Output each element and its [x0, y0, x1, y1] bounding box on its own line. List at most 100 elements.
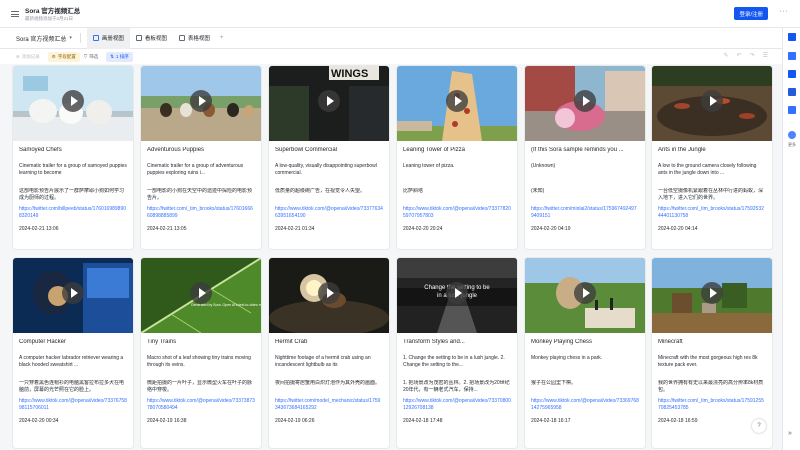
gallery-card[interactable]: Generated by Sora. Open AI's text-to-vid… [141, 258, 261, 448]
card-description: Monkey playing chess in a park. [531, 355, 603, 361]
card-title: Superbowl Commercial [275, 147, 338, 153]
card-link[interactable]: https://www.tiktok.com/@openai/video/733… [147, 398, 255, 412]
card-date: 2024-02-20 20:24 [403, 226, 443, 232]
undo-icon[interactable]: ↶ [737, 52, 742, 59]
card-body: Ants in the Jungle A low to the ground c… [652, 141, 772, 232]
kanban-icon [135, 35, 142, 41]
video-thumbnail[interactable] [397, 66, 517, 141]
play-icon[interactable] [446, 90, 468, 112]
video-thumbnail[interactable] [525, 66, 645, 141]
video-thumbnail[interactable]: WINGS [269, 66, 389, 141]
video-thumbnail[interactable] [141, 66, 261, 141]
gallery-card[interactable]: WINGS Superbowl Commercial A low-quality… [269, 66, 389, 249]
play-icon[interactable] [701, 282, 723, 304]
gallery-card[interactable]: Adventurous Puppies Cinematic trailer fo… [141, 66, 261, 249]
right-sidebar: 更多 » [782, 28, 800, 450]
gallery-card[interactable]: Ants in the Jungle A low to the ground c… [652, 66, 772, 249]
tab-kanban-view[interactable]: 看板视图 [130, 28, 173, 49]
video-thumbnail[interactable] [525, 258, 645, 333]
gallery-icon [92, 35, 99, 41]
card-link[interactable]: https://www.tiktok.com/@openai/video/733… [531, 398, 639, 412]
card-title: Computer Hacker [19, 339, 67, 345]
note-icon[interactable] [788, 70, 796, 78]
play-icon[interactable] [574, 90, 596, 112]
play-icon[interactable] [190, 90, 212, 112]
expand-icon[interactable]: » [788, 430, 792, 437]
tab-gallery-view[interactable]: 画册视图 [86, 27, 130, 49]
card-translation: 比萨斜塔 [403, 188, 424, 194]
card-body: Transform Styles and... 1. Change the se… [397, 333, 517, 424]
login-button[interactable]: 登录/注册 [734, 7, 768, 20]
help-button[interactable]: ? [752, 419, 766, 433]
card-date: 2024-02-21 13:06 [19, 226, 59, 232]
card-translation: 我的世界拥有有史以来最漂亮的高分辨率8k材质包。 [658, 380, 764, 394]
video-thumbnail[interactable] [269, 258, 389, 333]
card-body: (If this Sora sample reminds you ... (Un… [525, 141, 645, 232]
page-title: Sora 官方视频汇总 [25, 8, 81, 15]
gallery-card[interactable]: Change the setting to bein a lush jungle… [397, 258, 517, 448]
add-record-button[interactable]: ⊕ 添加记录 [16, 54, 40, 60]
card-translation: 低质量的超级碗广告，在视觉令人失望。 [275, 188, 366, 194]
assistant-icon[interactable] [788, 33, 796, 41]
sort-icon: ⇅ [110, 53, 114, 59]
video-thumbnail[interactable] [13, 258, 133, 333]
card-link[interactable]: https://twitter.com/_tim_brooks/status/1… [147, 206, 255, 220]
card-link[interactable]: https://www.tiktok.com/@openai/video/733… [19, 398, 127, 412]
tab-table-view[interactable]: 表格视图 [173, 28, 216, 49]
play-icon[interactable] [701, 90, 723, 112]
card-title: Samoyed Chefs [19, 147, 62, 153]
video-thumbnail[interactable] [13, 66, 133, 141]
gallery-card[interactable]: Hermit Crab Nighttime footage of a hermi… [269, 258, 389, 448]
play-icon[interactable] [62, 90, 84, 112]
card-link[interactable]: https://twitter.com/_tim_brooks/status/1… [658, 206, 766, 220]
card-date: 2024-02-21 01:34 [275, 226, 315, 232]
gallery-card[interactable]: Leaning Tower of Pizza Leaning tower of … [397, 66, 517, 249]
redo-icon[interactable]: ↷ [750, 52, 755, 59]
play-icon[interactable] [318, 282, 340, 304]
menu-icon[interactable] [11, 10, 19, 17]
layout-icon[interactable]: ☰ [763, 52, 768, 59]
filter-button[interactable]: ⛉ 筛选 [84, 54, 98, 60]
video-thumbnail[interactable] [652, 258, 772, 333]
card-link[interactable]: https://twitter.com/billpeeb/status/1760… [19, 206, 127, 220]
card-date: 2024-02-18 17:48 [403, 418, 443, 424]
chevron-down-icon: ▾ [69, 35, 72, 41]
gallery-card[interactable]: Computer Hacker A computer hacker labrad… [13, 258, 133, 448]
doc-icon[interactable] [788, 52, 796, 60]
card-description: (Unknown) [531, 163, 556, 169]
top-bar: Sora 官方视频汇总 最新视频添加于2月21日 登录/注册 ··· [0, 0, 800, 28]
folder-icon[interactable] [788, 88, 796, 96]
table-selector[interactable]: Sora 官方视频汇总 ▾ [16, 34, 72, 43]
card-date: 2024-02-20 04:19 [531, 226, 571, 232]
toolbar-right: ✎ ↶ ↷ ☰ [724, 52, 768, 59]
card-date: 2024-02-19 06:26 [275, 418, 315, 424]
field-config-button[interactable]: ⚙ 字段配置 [47, 51, 80, 62]
table-icon [178, 35, 185, 41]
more-apps-icon[interactable] [788, 131, 796, 139]
play-icon[interactable] [318, 90, 340, 112]
card-link[interactable]: https://twitter.com/model_mechanic/statu… [275, 398, 383, 412]
play-icon[interactable] [190, 282, 212, 304]
video-thumbnail[interactable]: Change the setting to bein a lush jungle [397, 258, 517, 333]
play-icon[interactable] [62, 282, 84, 304]
more-icon[interactable]: ··· [780, 8, 789, 15]
card-translation: 1. 把场景改为茂密的丛林。2. 把场景改为20世纪20年代，有一辆老式汽车，保… [403, 380, 510, 394]
play-icon[interactable] [574, 282, 596, 304]
add-view-button[interactable]: + [220, 35, 224, 41]
calendar-icon[interactable] [788, 106, 796, 114]
gallery-card[interactable]: Monkey Playing Chess Monkey playing ches… [525, 258, 645, 448]
video-thumbnail[interactable]: Generated by Sora. Open AI's text-to-vid… [141, 258, 261, 333]
card-date: 2024-02-19 16:38 [147, 418, 187, 424]
video-thumbnail[interactable] [652, 66, 772, 141]
gallery-card[interactable]: Samoyed Chefs Cinematic trailer for a gr… [13, 66, 133, 249]
card-link[interactable]: https://www.tiktok.com/@openai/video/733… [403, 398, 511, 412]
edit-icon[interactable]: ✎ [724, 52, 729, 59]
play-icon[interactable] [446, 282, 468, 304]
card-link[interactable]: https://twitter.com/_tim_brooks/status/1… [658, 398, 766, 412]
card-link[interactable]: https://twitter.com/minlai2/status/17596… [531, 206, 639, 220]
gallery-card[interactable]: (If this Sora sample reminds you ... (Un… [525, 66, 645, 249]
card-link[interactable]: https://www.tiktok.com/@openai/video/733… [275, 206, 383, 220]
card-link[interactable]: https://www.tiktok.com/@openai/video/733… [403, 206, 511, 220]
sort-button[interactable]: ⇅ 1 排序 [106, 51, 133, 62]
settings-icon: ⚙ [51, 53, 56, 59]
